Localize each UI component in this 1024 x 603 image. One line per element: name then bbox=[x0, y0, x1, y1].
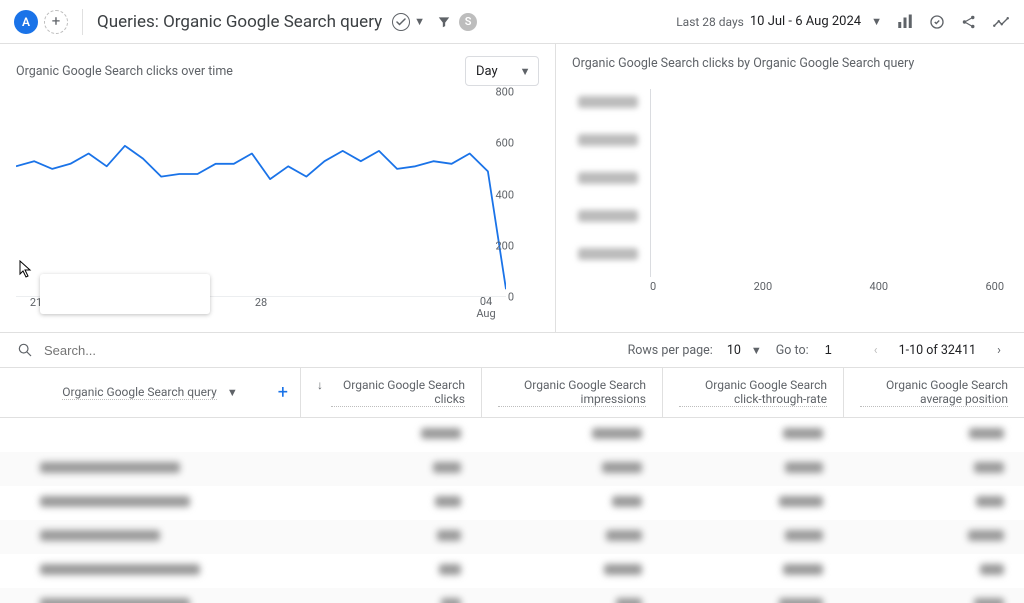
insights-icon[interactable] bbox=[992, 13, 1010, 31]
page-header: A + Queries: Organic Google Search query… bbox=[0, 0, 1024, 44]
line-chart-panel: Organic Google Search clicks over time D… bbox=[0, 44, 556, 332]
date-range-label: Last 28 days bbox=[676, 15, 744, 29]
table-row[interactable] bbox=[0, 520, 1024, 554]
bar-chart-title: Organic Google Search clicks by Organic … bbox=[572, 56, 914, 71]
table-row[interactable] bbox=[0, 554, 1024, 588]
add-comparison-button[interactable]: + bbox=[44, 10, 68, 34]
header-divider bbox=[82, 9, 83, 35]
filter-icon[interactable] bbox=[435, 13, 453, 31]
share-icon[interactable] bbox=[960, 13, 978, 31]
col-header-ctr[interactable]: Organic Google Search click-through-rate bbox=[662, 368, 843, 417]
account-avatar[interactable]: A bbox=[14, 10, 38, 34]
line-chart[interactable]: 0200400600800 212804Aug bbox=[16, 92, 539, 324]
chart-tooltip bbox=[40, 274, 210, 314]
charts-row: Organic Google Search clicks over time D… bbox=[0, 44, 1024, 333]
table-summary-row bbox=[0, 418, 1024, 452]
col-header-query[interactable]: Organic Google Search query ▼ + bbox=[0, 368, 300, 417]
rows-per-page-label: Rows per page: bbox=[628, 343, 713, 358]
table-body bbox=[0, 418, 1024, 603]
table-row[interactable] bbox=[0, 452, 1024, 486]
status-check-icon[interactable] bbox=[392, 13, 410, 31]
title-dropdown-caret[interactable]: ▼ bbox=[414, 15, 425, 28]
segment-chip[interactable]: S bbox=[459, 13, 477, 31]
chevron-down-icon: ▼ bbox=[751, 344, 762, 357]
table-controls: Rows per page: 10 ▼ Go to: ‹ 1-10 of 324… bbox=[0, 333, 1024, 368]
pager-prev-icon[interactable]: ‹ bbox=[867, 341, 885, 359]
table-header-row: Organic Google Search query ▼ + Organic … bbox=[0, 368, 1024, 418]
granularity-value: Day bbox=[476, 64, 498, 79]
col-header-position[interactable]: Organic Google Search average position bbox=[843, 368, 1024, 417]
bar-chart-panel: Organic Google Search clicks by Organic … bbox=[556, 44, 1024, 332]
goto-input[interactable] bbox=[823, 341, 853, 359]
chevron-down-icon: ▼ bbox=[227, 386, 238, 399]
col-header-clicks[interactable]: Organic Google Search clicks bbox=[300, 368, 481, 417]
goto-label: Go to: bbox=[776, 343, 809, 358]
customize-report-icon[interactable] bbox=[896, 13, 914, 31]
add-dimension-button[interactable]: + bbox=[278, 382, 288, 403]
granularity-select[interactable]: Day ▼ bbox=[465, 56, 539, 86]
table-row[interactable] bbox=[0, 588, 1024, 603]
bar-chart[interactable]: 0200400600 bbox=[572, 77, 1008, 309]
date-range-value: 10 Jul - 6 Aug 2024 bbox=[750, 14, 861, 29]
rows-per-page-select[interactable]: 10 ▼ bbox=[727, 343, 762, 358]
date-range-picker[interactable]: Last 28 days 10 Jul - 6 Aug 2024 ▼ bbox=[676, 14, 882, 29]
edit-comparison-icon[interactable] bbox=[928, 13, 946, 31]
chevron-down-icon: ▼ bbox=[871, 15, 882, 28]
pager-info: 1-10 of 32411 bbox=[899, 343, 976, 358]
page-title: Queries: Organic Google Search query bbox=[97, 12, 382, 32]
cursor-icon bbox=[19, 260, 33, 278]
search-icon bbox=[16, 341, 34, 359]
line-chart-title: Organic Google Search clicks over time bbox=[16, 64, 233, 79]
table-row[interactable] bbox=[0, 486, 1024, 520]
col-header-impressions[interactable]: Organic Google Search impressions bbox=[481, 368, 662, 417]
pager-next-icon[interactable]: › bbox=[990, 341, 1008, 359]
chevron-down-icon: ▼ bbox=[520, 65, 531, 78]
search-input[interactable] bbox=[42, 342, 242, 359]
